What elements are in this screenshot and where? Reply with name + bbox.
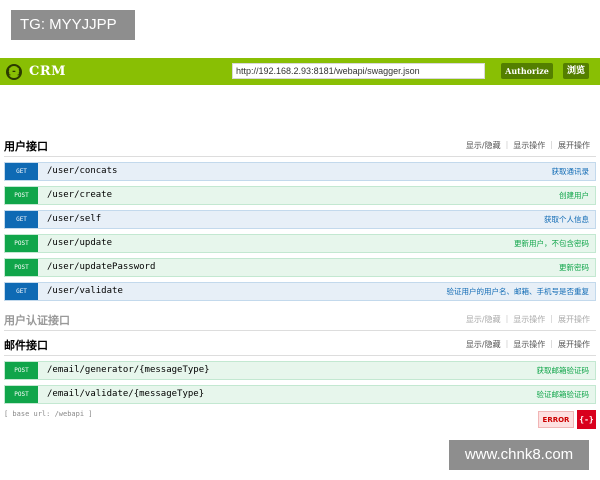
explore-button[interactable]: 浏览: [563, 63, 589, 79]
section-links: 显示/隐藏 | 显示操作 | 展开操作: [465, 140, 590, 151]
operation-row[interactable]: POST /email/validate/{messageType} 验证邮箱验…: [4, 385, 596, 404]
expand-operations-link[interactable]: 展开操作: [558, 314, 590, 325]
operation-summary[interactable]: 更新密码: [559, 259, 589, 276]
section-title[interactable]: 用户认证接口: [4, 312, 70, 328]
method-badge[interactable]: GET: [5, 283, 38, 300]
section-header: 邮件接口 显示/隐藏 | 显示操作 | 展开操作: [4, 335, 596, 356]
method-badge[interactable]: POST: [5, 259, 38, 276]
section-links: 显示/隐藏 | 显示操作 | 展开操作: [465, 339, 590, 350]
operation-row[interactable]: GET /user/validate 验证用户的用户名、邮箱、手机号是否重复: [4, 282, 596, 301]
operation-path[interactable]: /user/self: [47, 211, 101, 228]
operation-path[interactable]: /user/validate: [47, 283, 123, 300]
list-operations-link[interactable]: 显示操作: [513, 314, 545, 325]
operation-summary[interactable]: 创建用户: [559, 187, 589, 204]
watermark-bottom: www.chnk8.com: [449, 440, 589, 470]
method-badge[interactable]: POST: [5, 386, 38, 403]
toggle-link[interactable]: 显示/隐藏: [466, 140, 501, 151]
authorize-button[interactable]: Authorize: [501, 63, 553, 79]
section-links: 显示/隐藏 | 显示操作 | 展开操作: [465, 314, 590, 325]
operation-summary[interactable]: 验证邮箱验证码: [537, 386, 590, 403]
method-badge[interactable]: GET: [5, 163, 38, 180]
toggle-link[interactable]: 显示/隐藏: [466, 314, 501, 325]
expand-operations-link[interactable]: 展开操作: [558, 339, 590, 350]
operation-path[interactable]: /user/update: [47, 235, 112, 252]
operation-summary[interactable]: 获取个人信息: [544, 211, 589, 228]
operation-row[interactable]: POST /user/update 更新用户，不包含密码: [4, 234, 596, 253]
watermark-top: TG: MYYJJPP: [11, 10, 135, 40]
operation-row[interactable]: POST /user/updatePassword 更新密码: [4, 258, 596, 277]
operation-path[interactable]: /email/validate/{messageType}: [47, 386, 204, 403]
method-badge[interactable]: POST: [5, 235, 38, 252]
operation-summary[interactable]: 验证用户的用户名、邮箱、手机号是否重复: [447, 283, 590, 300]
validator-error-badge[interactable]: ERROR: [538, 411, 574, 428]
spec-url-input[interactable]: [232, 63, 485, 79]
section-header: 用户接口 显示/隐藏 | 显示操作 | 展开操作: [4, 136, 596, 157]
swagger-logo-icon: {-}: [6, 63, 22, 80]
section-title[interactable]: 邮件接口: [4, 337, 48, 353]
operation-row[interactable]: POST /user/create 创建用户: [4, 186, 596, 205]
section-auth: 用户认证接口 显示/隐藏 | 显示操作 | 展开操作: [4, 310, 596, 331]
operation-row[interactable]: GET /user/concats 获取通讯录: [4, 162, 596, 181]
operation-path[interactable]: /email/generator/{messageType}: [47, 362, 210, 379]
list-operations-link[interactable]: 显示操作: [513, 339, 545, 350]
section-user: 用户接口 显示/隐藏 | 显示操作 | 展开操作 GET /user/concats…: [4, 136, 596, 301]
toggle-link[interactable]: 显示/隐藏: [466, 339, 501, 350]
header-bar: {-} CRM Authorize 浏览: [0, 58, 600, 85]
method-badge[interactable]: GET: [5, 211, 38, 228]
operation-summary[interactable]: 获取通讯录: [552, 163, 590, 180]
method-badge[interactable]: POST: [5, 187, 38, 204]
operation-path[interactable]: /user/concats: [47, 163, 117, 180]
operation-path[interactable]: /user/updatePassword: [47, 259, 155, 276]
section-email: 邮件接口 显示/隐藏 | 显示操作 | 展开操作 POST /email/gener…: [4, 335, 596, 404]
section-header: 用户认证接口 显示/隐藏 | 显示操作 | 展开操作: [4, 310, 596, 331]
operation-summary[interactable]: 获取邮箱验证码: [537, 362, 590, 379]
operation-path[interactable]: /user/create: [47, 187, 112, 204]
operation-row[interactable]: GET /user/self 获取个人信息: [4, 210, 596, 229]
operation-row[interactable]: POST /email/generator/{messageType} 获取邮箱…: [4, 361, 596, 380]
app-name[interactable]: CRM: [29, 64, 66, 79]
section-title[interactable]: 用户接口: [4, 138, 48, 154]
expand-operations-link[interactable]: 展开操作: [558, 140, 590, 151]
base-url-label: [ base url: /webapi ]: [4, 410, 93, 418]
validator-error-icon[interactable]: {-}: [577, 410, 596, 429]
method-badge[interactable]: POST: [5, 362, 38, 379]
operation-summary[interactable]: 更新用户，不包含密码: [514, 235, 589, 252]
list-operations-link[interactable]: 显示操作: [513, 140, 545, 151]
